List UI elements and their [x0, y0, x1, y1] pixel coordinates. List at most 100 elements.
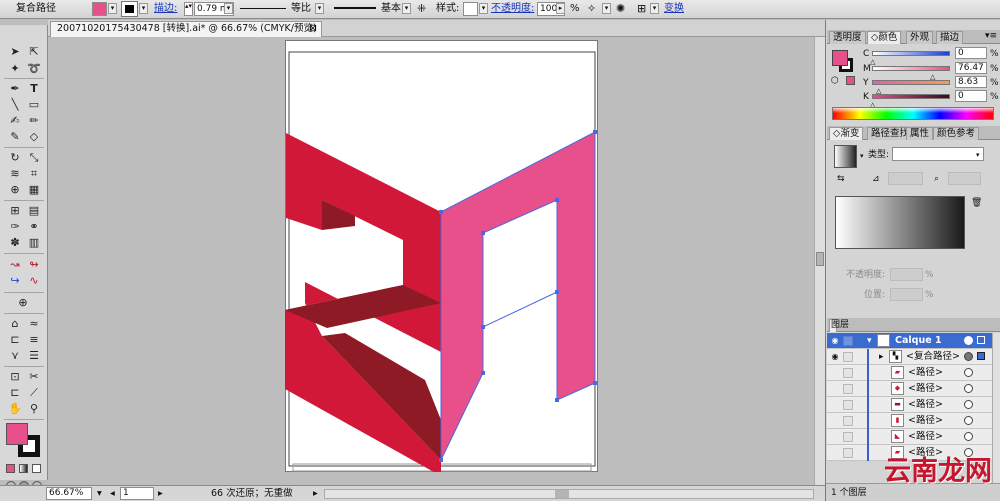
tab-transparency[interactable]: 透明度: [829, 31, 866, 44]
magenta-value[interactable]: 76.47: [955, 62, 987, 74]
fill-dropdown[interactable]: ▾: [108, 3, 117, 14]
zoom-tool-icon[interactable]: ⚲: [26, 402, 42, 415]
target-icon[interactable]: [964, 368, 973, 377]
target-icon[interactable]: [964, 384, 973, 393]
fill-color-box[interactable]: [6, 423, 28, 445]
row-name[interactable]: <路径>: [908, 367, 943, 379]
perspective-grid-tool-icon[interactable]: ▦: [26, 183, 42, 196]
brush-label[interactable]: 基本: [381, 3, 401, 15]
layer-row-3[interactable]: ▬ <路径>: [827, 397, 992, 413]
mesh-tool-icon[interactable]: ⊞: [7, 204, 23, 217]
layer-row-0[interactable]: ◉ ▸ ▚ <复合路径>: [827, 349, 992, 365]
status-menu-icon[interactable]: ▸: [313, 488, 318, 500]
gradient-location-field[interactable]: [890, 288, 923, 301]
free-transform-tool-icon[interactable]: ⌗: [26, 167, 42, 180]
pen-tool-icon[interactable]: ✒: [7, 82, 23, 95]
zoom-field[interactable]: 66.67%: [46, 487, 92, 500]
color-mode-icon[interactable]: [6, 464, 15, 473]
artboard-number-field[interactable]: 1: [120, 487, 154, 500]
align-tool-icon[interactable]: ⊏: [7, 333, 23, 346]
close-icon[interactable]: ⊠: [309, 22, 317, 36]
lock-toggle[interactable]: [843, 368, 853, 378]
layer-row-1[interactable]: ▰ <路径>: [827, 365, 992, 381]
zoom-dropdown-icon[interactable]: ▾: [97, 488, 102, 500]
color-spectrum-bar[interactable]: [832, 107, 994, 120]
target-icon[interactable]: [964, 432, 973, 441]
stroke-dropdown[interactable]: ▾: [139, 3, 148, 14]
black-slider[interactable]: [872, 94, 950, 99]
stroke-weight-dropdown[interactable]: ▾: [224, 3, 233, 14]
knife-tool-icon[interactable]: ⟋: [26, 386, 42, 399]
type-tool-icon[interactable]: T: [26, 82, 42, 95]
vertical-scroll-thumb[interactable]: [816, 252, 824, 266]
black-value[interactable]: 0: [955, 90, 987, 102]
yellow-slider[interactable]: [872, 80, 950, 85]
lock-toggle[interactable]: [843, 416, 853, 426]
stroke-weight-stepper[interactable]: ▴▾: [184, 2, 193, 16]
lock-toggle[interactable]: [843, 336, 853, 346]
document-tab[interactable]: 20071020175430478 [转换].ai* @ 66.67% (CMY…: [50, 21, 322, 37]
cube-icon[interactable]: ⬡: [831, 76, 839, 86]
warp-tool-icon[interactable]: ≋: [7, 167, 23, 180]
gradient-type-select[interactable]: [892, 147, 984, 161]
aspect-ratio-field[interactable]: [948, 172, 981, 185]
gradient-type-dropdown-icon[interactable]: ▾: [976, 150, 980, 160]
stroke-link[interactable]: 描边:: [154, 3, 177, 15]
yellow-value[interactable]: 8.63: [955, 76, 987, 88]
row-name[interactable]: <路径>: [908, 431, 943, 443]
layer-row-calque[interactable]: ◉ ▾ ◆ Calque 1: [827, 333, 992, 349]
slice-tool-icon[interactable]: ✂: [26, 370, 42, 383]
layer-row-5[interactable]: ◣ <路径>: [827, 429, 992, 445]
globe-icon[interactable]: ✺: [616, 3, 625, 15]
eyedropper-tool-icon[interactable]: ✑: [7, 220, 23, 233]
gradient-preview-swatch[interactable]: [834, 145, 857, 168]
horizontal-scrollbar[interactable]: [324, 489, 814, 499]
lock-toggle[interactable]: [843, 384, 853, 394]
target-tool-icon[interactable]: ⊕: [15, 296, 31, 309]
wave-tool-icon[interactable]: ∿: [26, 274, 42, 287]
expand-arrow-icon[interactable]: ▾: [867, 336, 872, 346]
paintbrush-tool-icon[interactable]: ✍: [7, 114, 23, 127]
stroke-swatch[interactable]: [121, 1, 138, 17]
panel-menu-icon[interactable]: ▾≡: [985, 31, 997, 41]
profile-label[interactable]: 等比: [291, 3, 311, 15]
symbol-sprayer-tool-icon[interactable]: ✽: [7, 236, 23, 249]
graphic-style-icon[interactable]: ✧: [587, 3, 596, 15]
tab-color-guide[interactable]: 颜色参考: [933, 127, 980, 140]
crop-tool-icon[interactable]: ⊏: [7, 386, 23, 399]
trash-icon[interactable]: 🗑: [971, 198, 982, 208]
profile-dropdown[interactable]: ▾: [315, 3, 324, 14]
lasso-tool-icon[interactable]: ➰: [26, 62, 42, 75]
tab-gradient[interactable]: ◇渐变: [829, 127, 864, 140]
blob-brush-tool-icon[interactable]: ✎: [7, 130, 23, 143]
scale-tool-icon[interactable]: ⤡: [26, 151, 42, 164]
list-tool-icon[interactable]: ☰: [26, 349, 42, 362]
blend-tool-icon[interactable]: ⚭: [26, 220, 42, 233]
selection-tool-icon[interactable]: ➤: [7, 45, 23, 58]
align-dropdown[interactable]: ▾: [650, 3, 659, 14]
selection-indicator[interactable]: [977, 336, 985, 344]
vertical-scrollbar[interactable]: [814, 37, 825, 485]
rotate-tool-icon[interactable]: ↻: [7, 151, 23, 164]
toolbox-grip[interactable]: [0, 20, 48, 25]
recolor-icon[interactable]: ⁜: [417, 3, 426, 15]
pencil-tool-icon[interactable]: ✏: [26, 114, 42, 127]
color-fill-swatch[interactable]: [832, 50, 848, 66]
gradient-opacity-field[interactable]: [890, 268, 923, 281]
reverse-gradient-icon[interactable]: ⇆: [837, 174, 845, 184]
cyan-slider[interactable]: [872, 51, 950, 56]
row-name[interactable]: <复合路径>: [906, 351, 960, 363]
cyan-value[interactable]: 0: [955, 47, 987, 59]
selection-indicator[interactable]: [977, 352, 985, 360]
artboard[interactable]: [285, 40, 598, 472]
expand-arrow-icon[interactable]: ▸: [879, 352, 884, 362]
distribute-tool-icon[interactable]: ≡: [26, 333, 42, 346]
none-mode-icon[interactable]: [32, 464, 41, 473]
graph-line-tool-icon[interactable]: ⋎: [7, 349, 23, 362]
tab-color[interactable]: ◇颜色: [867, 31, 902, 44]
row-name[interactable]: <路径>: [908, 399, 943, 411]
gradient-tool-icon[interactable]: ▤: [26, 204, 42, 217]
style-swatch[interactable]: [463, 2, 478, 16]
row-name[interactable]: <路径>: [908, 415, 943, 427]
pen-curve-tool-icon[interactable]: ↝: [7, 258, 23, 271]
